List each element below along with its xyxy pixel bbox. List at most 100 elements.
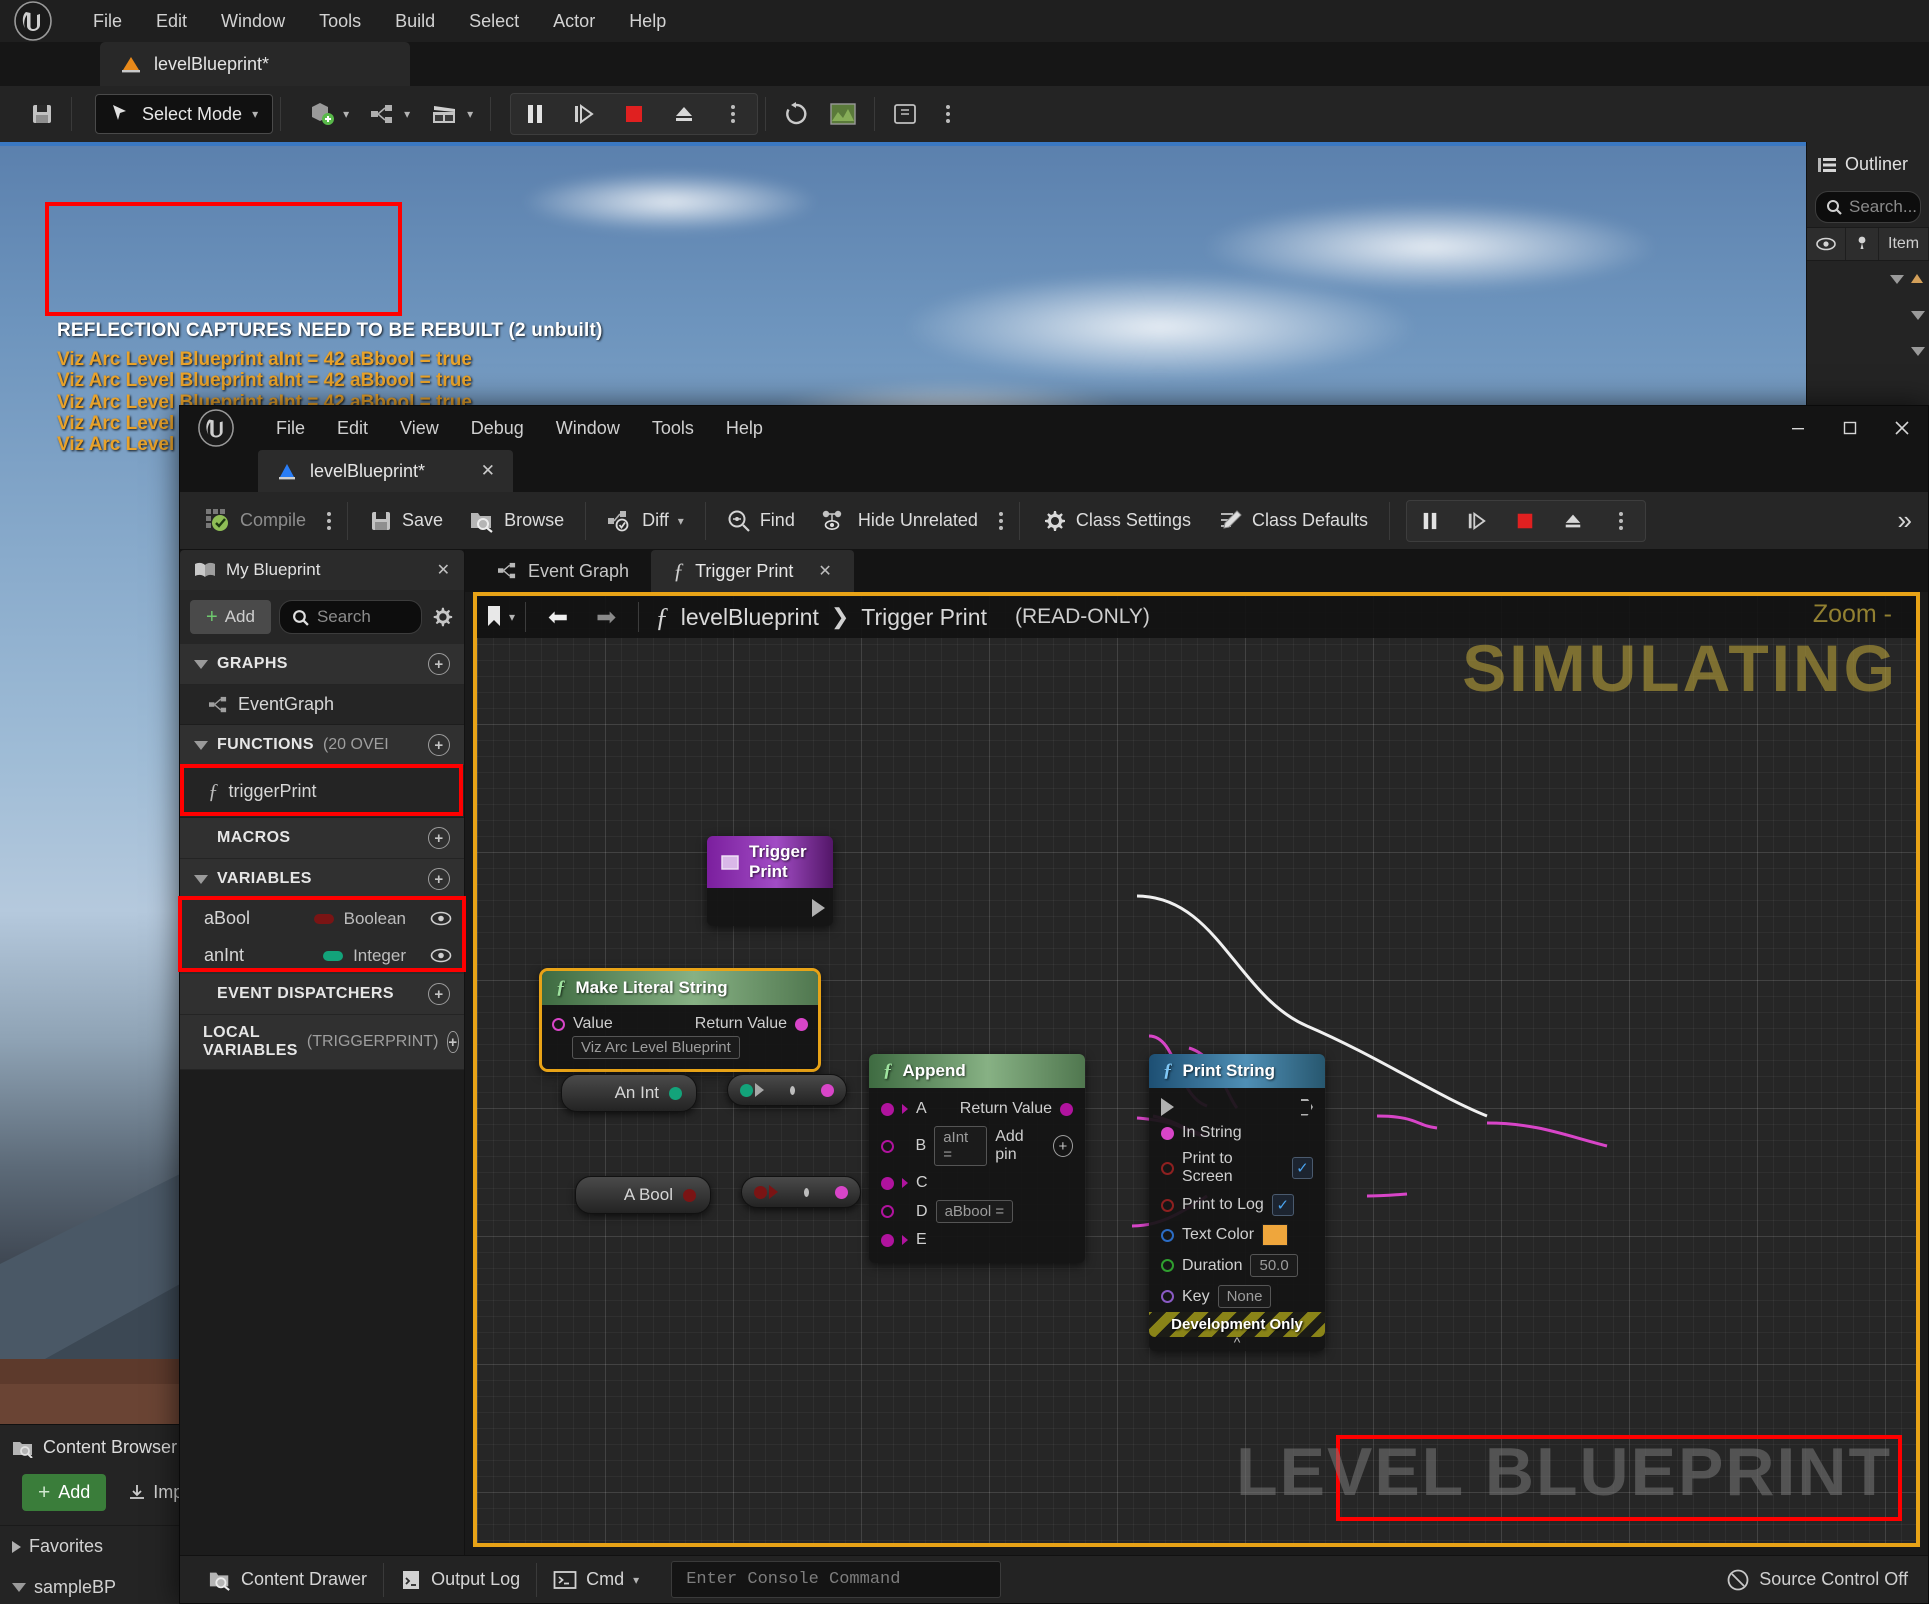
- node-trigger-print[interactable]: Trigger Print: [707, 836, 833, 926]
- add-variable-button[interactable]: +: [428, 868, 450, 890]
- chevron-down-icon-2[interactable]: [194, 740, 208, 750]
- add-graph-button[interactable]: +: [428, 653, 450, 675]
- duration-value-field[interactable]: 50.0: [1250, 1254, 1298, 1277]
- content-drawer-button[interactable]: Content Drawer: [192, 1561, 383, 1599]
- section-local-variables[interactable]: LOCAL VARIABLES (TRIGGERPRINT) +: [180, 1015, 464, 1070]
- section-event-dispatchers[interactable]: EVENT DISPATCHERS +: [180, 974, 464, 1015]
- sidebar-item-triggerprint[interactable]: ƒ triggerPrint: [180, 766, 464, 818]
- bookmark-control[interactable]: ▾: [477, 604, 515, 630]
- duration-pin[interactable]: [1161, 1259, 1174, 1272]
- my-blueprint-search-input[interactable]: Search: [278, 600, 422, 634]
- make-literal-return-pin[interactable]: [795, 1017, 808, 1031]
- key-value-field[interactable]: None: [1217, 1285, 1272, 1308]
- bp-tab-levelblueprint[interactable]: levelBlueprint* ✕: [258, 450, 513, 492]
- console-command-input[interactable]: Enter Console Command: [671, 1561, 1002, 1598]
- a-bool-out-pin[interactable]: [683, 1188, 696, 1202]
- chevron-down-icon-cmd[interactable]: ▾: [633, 1573, 639, 1587]
- chevron-down-icon[interactable]: [12, 1583, 26, 1592]
- toolbar-overflow-button[interactable]: »: [1898, 505, 1928, 536]
- menu-help[interactable]: Help: [612, 6, 683, 37]
- tab-event-graph[interactable]: Event Graph: [475, 550, 651, 592]
- add-function-button[interactable]: +: [428, 734, 450, 756]
- collapse-caret-icon[interactable]: ^: [1149, 1335, 1325, 1351]
- node-an-int-getter[interactable]: An Int: [561, 1074, 697, 1112]
- print-to-screen-pin[interactable]: [1161, 1161, 1174, 1175]
- chevron-down-icon-2[interactable]: [1911, 310, 1925, 320]
- class-settings-button[interactable]: Class Settings: [1028, 500, 1204, 542]
- menu-select[interactable]: Select: [452, 6, 536, 37]
- outliner-search-input[interactable]: Search...: [1815, 191, 1921, 223]
- section-variables[interactable]: VARIABLES +: [180, 859, 464, 900]
- open-blueprint-button[interactable]: [882, 96, 928, 132]
- key-pin[interactable]: [1161, 1290, 1174, 1303]
- conv-string-out-pin[interactable]: [821, 1083, 834, 1097]
- make-literal-value-in-pin[interactable]: [552, 1017, 565, 1031]
- bp-menu-help[interactable]: Help: [710, 412, 779, 445]
- append-b-value-field[interactable]: aInt =: [934, 1126, 988, 1166]
- an-int-out-pin[interactable]: [669, 1086, 682, 1100]
- save-level-button[interactable]: [20, 96, 64, 132]
- menu-edit[interactable]: Edit: [139, 6, 204, 37]
- append-pin-b[interactable]: [881, 1139, 894, 1153]
- bp-menu-file[interactable]: File: [260, 412, 321, 445]
- menu-build[interactable]: Build: [378, 6, 452, 37]
- browse-button[interactable]: Browse: [456, 501, 577, 541]
- play-options-button[interactable]: [709, 94, 757, 134]
- bp-play-options-button[interactable]: [1597, 501, 1645, 541]
- node-a-bool-getter[interactable]: A Bool: [575, 1176, 711, 1214]
- chevron-down-icon[interactable]: [1890, 274, 1904, 284]
- append-pin-a[interactable]: [881, 1102, 894, 1116]
- outliner-row-2[interactable]: [1807, 297, 1929, 333]
- bp-stop-button[interactable]: [1501, 501, 1549, 541]
- add-local-variable-button[interactable]: +: [447, 1031, 459, 1053]
- tab-trigger-print-close-icon[interactable]: ✕: [818, 561, 831, 581]
- diff-button[interactable]: Diff ▾: [594, 501, 697, 541]
- find-button[interactable]: Find: [714, 501, 808, 541]
- node-bool-to-string-conversion[interactable]: [741, 1176, 861, 1208]
- toolbar-overflow-button[interactable]: [928, 99, 968, 129]
- append-d-value-field[interactable]: aBbool =: [935, 1200, 1014, 1223]
- frame-skip-button[interactable]: [559, 94, 609, 134]
- eye-icon-anint[interactable]: [430, 948, 452, 963]
- append-add-pin-button[interactable]: +: [1052, 1135, 1073, 1157]
- append-pin-c[interactable]: [881, 1176, 894, 1190]
- eject-button[interactable]: [659, 94, 709, 134]
- breadcrumb-leaf[interactable]: Trigger Print: [861, 604, 987, 631]
- conv-bool-in-pin[interactable]: [754, 1185, 767, 1199]
- node-int-to-string-conversion[interactable]: [727, 1074, 847, 1106]
- section-functions[interactable]: FUNCTIONS (20 OVEI +: [180, 725, 464, 766]
- bp-pause-button[interactable]: [1407, 501, 1453, 541]
- chevron-right-icon[interactable]: [12, 1540, 21, 1553]
- print-string-exec-in-pin[interactable]: [1161, 1098, 1174, 1116]
- print-to-screen-checkbox[interactable]: ✓: [1291, 1157, 1313, 1179]
- content-add-button[interactable]: + Add: [22, 1474, 107, 1511]
- menu-window[interactable]: Window: [204, 6, 302, 37]
- print-string-instring-pin[interactable]: [1161, 1126, 1174, 1140]
- editor-tab-levelblueprint[interactable]: levelBlueprint*: [100, 42, 410, 86]
- column-pin[interactable]: [1846, 228, 1879, 260]
- cmd-button[interactable]: Cmd ▾: [537, 1561, 655, 1598]
- bp-menu-view[interactable]: View: [384, 412, 455, 445]
- bp-eject-button[interactable]: [1549, 501, 1597, 541]
- source-control-status[interactable]: Source Control Off: [1726, 1568, 1928, 1592]
- add-macro-button[interactable]: +: [428, 827, 450, 849]
- settings-viewport-button[interactable]: [819, 95, 867, 133]
- conv-int-in-pin[interactable]: [740, 1083, 753, 1097]
- stop-button[interactable]: [609, 94, 659, 134]
- pause-button[interactable]: [511, 94, 559, 134]
- maximize-button[interactable]: [1824, 406, 1876, 450]
- menu-file[interactable]: File: [76, 6, 139, 37]
- output-log-button[interactable]: Output Log: [384, 1561, 536, 1599]
- compile-options-button[interactable]: [319, 511, 339, 530]
- print-string-exec-out-pin[interactable]: [1301, 1098, 1313, 1116]
- my-blueprint-close-icon[interactable]: ✕: [437, 560, 450, 580]
- bp-menu-edit[interactable]: Edit: [321, 412, 384, 445]
- chevron-down-icon-3[interactable]: [1911, 346, 1925, 356]
- chevron-down-icon[interactable]: [194, 659, 208, 669]
- chevron-down-icon-3[interactable]: [194, 874, 208, 884]
- trigger-print-exec-out-pin[interactable]: [812, 899, 825, 917]
- select-mode-dropdown[interactable]: Select Mode ▾: [95, 94, 274, 134]
- class-defaults-button[interactable]: Class Defaults: [1204, 501, 1381, 541]
- section-macros[interactable]: MACROS +: [180, 818, 464, 859]
- text-color-swatch[interactable]: [1262, 1224, 1289, 1246]
